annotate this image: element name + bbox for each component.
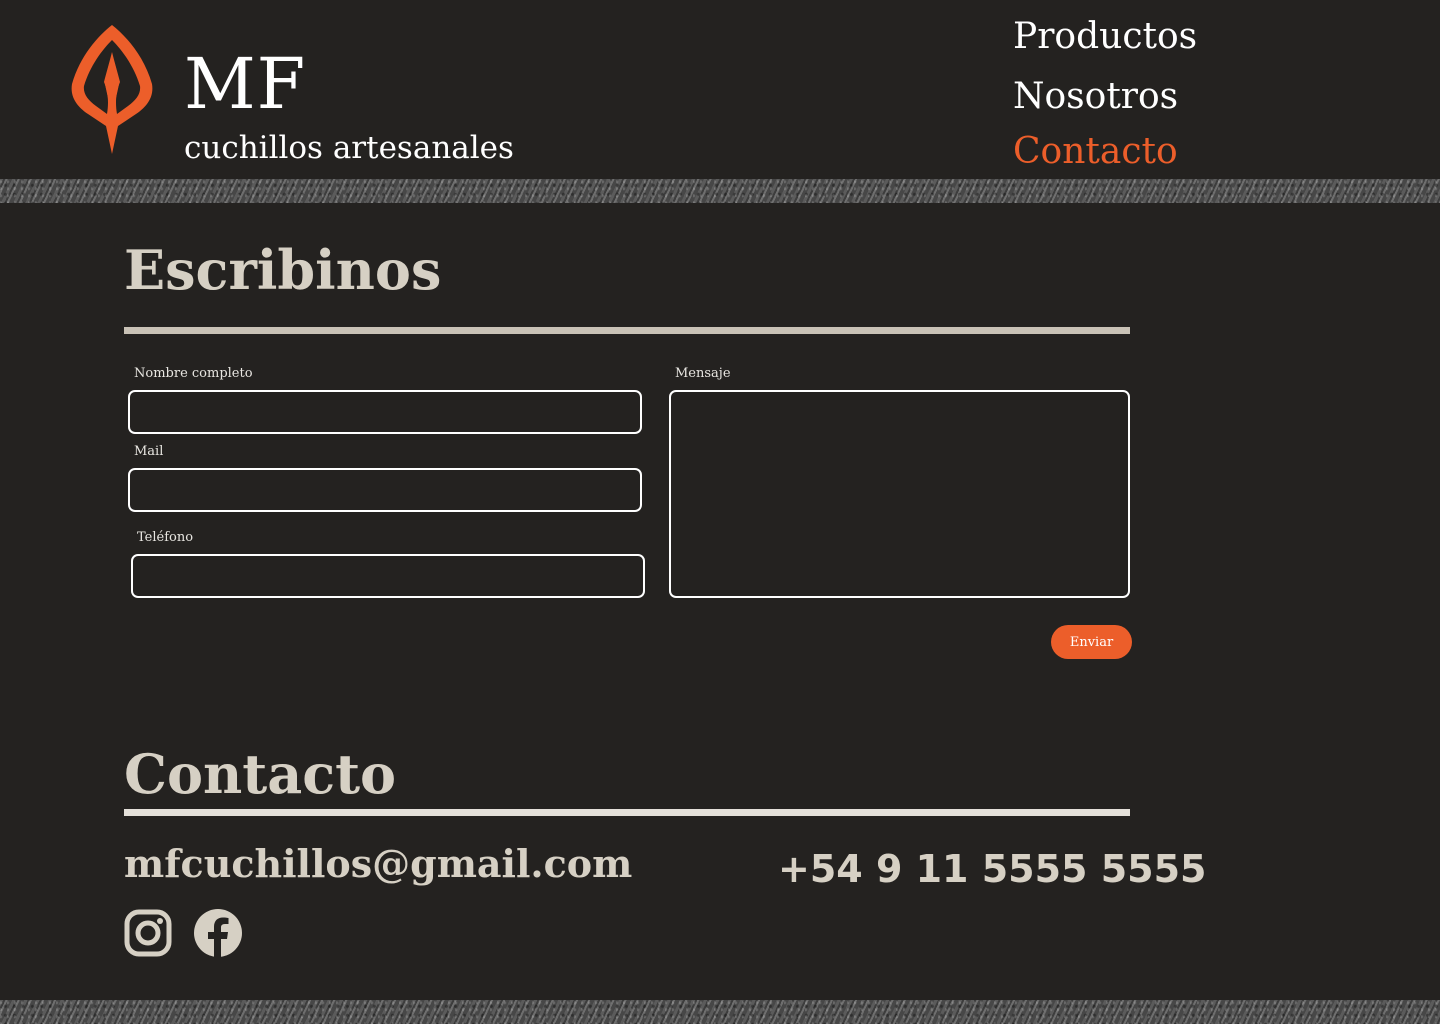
brand-title: MF [184, 43, 307, 125]
contact-email[interactable]: mfcuchillos@gmail.com [124, 840, 632, 888]
facebook-icon[interactable] [194, 909, 242, 957]
site-header: MF cuchillos artesanales Productos Nosot… [0, 0, 1440, 179]
brand-subtitle: cuchillos artesanales [184, 130, 514, 166]
nav-item-productos[interactable]: Productos [1013, 14, 1197, 60]
instagram-icon[interactable] [124, 909, 172, 957]
name-input[interactable] [128, 390, 642, 434]
contact-section-rule [124, 809, 1130, 816]
form-section-title: Escribinos [124, 238, 442, 302]
mail-input[interactable] [128, 468, 642, 512]
knife-shield-logo-icon[interactable] [68, 22, 156, 156]
name-label: Nombre completo [134, 366, 253, 381]
nav-item-contacto[interactable]: Contacto [1013, 129, 1178, 175]
stone-divider-bottom [0, 1000, 1440, 1024]
mail-label: Mail [134, 444, 164, 459]
stone-divider-top [0, 179, 1440, 203]
form-section-rule [124, 327, 1130, 334]
message-textarea[interactable] [669, 390, 1130, 598]
send-button[interactable]: Enviar [1051, 625, 1132, 659]
contact-section-title: Contacto [124, 742, 397, 806]
contact-phone: +54 9 11 5555 5555 [778, 847, 1207, 891]
message-label: Mensaje [675, 366, 731, 381]
phone-input[interactable] [131, 554, 645, 598]
phone-label: Teléfono [137, 530, 194, 545]
nav-item-nosotros[interactable]: Nosotros [1013, 74, 1178, 120]
